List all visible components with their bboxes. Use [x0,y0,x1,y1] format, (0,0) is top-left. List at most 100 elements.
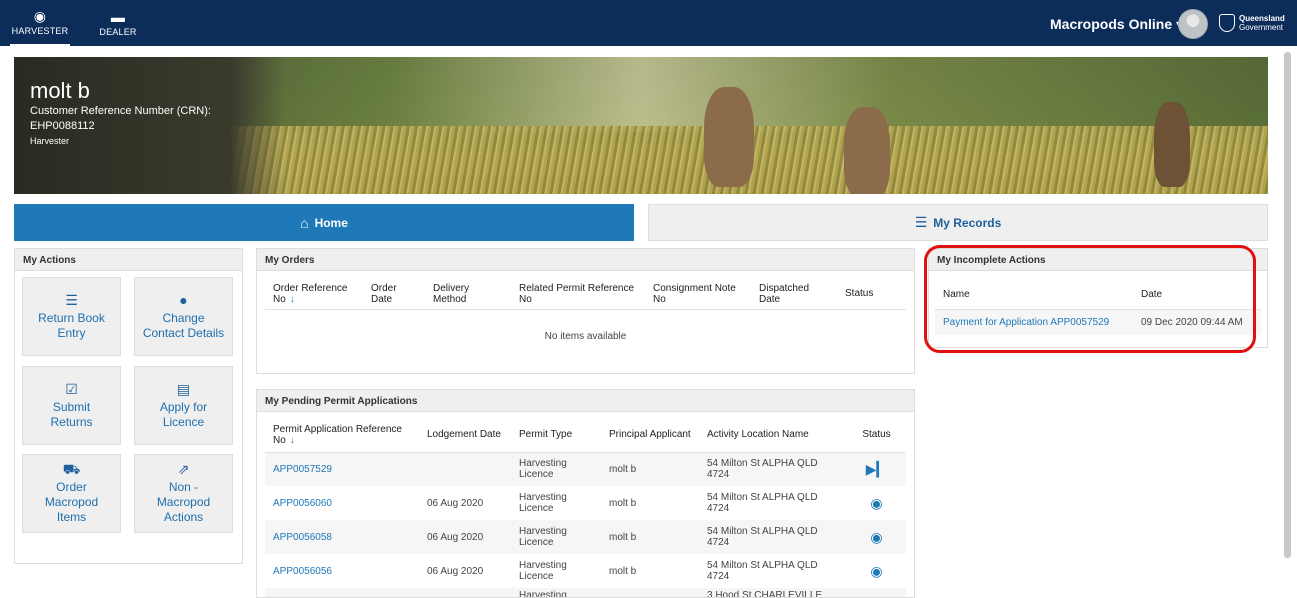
column-header[interactable]: Status [837,279,906,309]
external-link-icon: ⇗ [177,461,190,477]
sort-arrow-icon: ↓ [289,293,295,305]
stop-icon[interactable]: ◉ [847,554,906,588]
profile-banner [14,57,1268,194]
return-book-entry-button[interactable]: ☰ Return Book Entry [22,277,121,356]
pending-permit-applications-title: My Pending Permit Applications [257,390,914,412]
app-menu-dropdown[interactable]: Macropods Online ▾ [1050,16,1183,33]
nav-tab-dealer[interactable]: ▬ DEALER [88,0,148,46]
action-label: Submit [52,399,91,414]
user-role: Harvester [30,136,70,146]
table-row: No items available [265,309,906,363]
home-icon: ⌂ [300,214,309,231]
table-header-row: Order Reference No ↓ Order Date Delivery … [265,279,906,309]
nav-tab-harvester-label: HARVESTER [11,25,69,36]
principal-applicant: molt b [609,531,637,543]
list-icon: ☰ [65,291,78,308]
column-header[interactable]: Order Date [363,279,425,309]
column-header[interactable]: Permit Type [511,418,601,452]
empty-message: No items available [544,330,627,342]
activity-location: 54 Milton St ALPHA QLD 4724 [707,560,818,582]
tab-home-label: Home [314,215,348,230]
nav-tab-harvester[interactable]: ◉ HARVESTER [10,0,70,46]
action-label: Licence [162,414,205,429]
action-label: Macropod [44,495,99,509]
action-label: Actions [163,510,204,524]
crn-value: EHP0088112 [30,120,95,132]
action-label: Change [162,310,205,325]
crest-icon [1219,14,1235,32]
application-ref-link[interactable]: APP0056056 [265,554,419,588]
lodgement-date: 06 Aug 2020 [427,565,484,577]
table-row: Harvesting 3 Hood St CHARLEVILLE QLD [265,588,906,598]
non-macropod-actions-button[interactable]: ⇗ Non - Macropod Actions [134,454,233,533]
principal-applicant: molt b [609,463,637,475]
kangaroo-image [1154,102,1190,187]
queensland-government-logo: Queensland Government [1219,13,1293,33]
submit-returns-button[interactable]: ☑ Submit Returns [22,366,121,445]
action-label: Entry [57,325,86,340]
column-header[interactable]: Activity Location Name [699,418,847,452]
gov-line2: Government [1239,23,1284,32]
orders-table: Order Reference No ↓ Order Date Delivery … [265,279,906,363]
stop-icon[interactable]: ◉ [847,486,906,520]
action-label: Returns [50,414,93,429]
action-label: Order [56,480,87,494]
highlight-annotation [924,245,1256,353]
permit-type: Harvesting Licence [519,492,567,514]
lodgement-date: 06 Aug 2020 [427,531,484,543]
my-orders-panel: My Orders Order Reference No ↓ Order Date… [256,248,915,374]
apply-for-licence-button[interactable]: ▤ Apply for Licence [134,366,233,445]
permit-type: Harvesting Licence [519,458,567,481]
avatar[interactable] [1178,9,1208,39]
order-macropod-items-button[interactable]: ⛟ Order Macropod Items [22,454,121,533]
table-row: APP0056060 06 Aug 2020 Harvesting Licenc… [265,486,906,520]
checkbox-icon: ☑ [65,380,78,397]
application-ref-link[interactable]: APP0057529 [265,452,419,486]
id-card-icon: ▤ [176,380,191,397]
tab-home[interactable]: ⌂ Home [14,204,634,241]
target-icon: ◉ [33,7,47,24]
crn-label: Customer Reference Number (CRN): [30,105,211,117]
lodgement-date: 06 Aug 2020 [427,497,484,509]
gov-line1: Queensland [1239,14,1285,23]
my-orders-title: My Orders [257,249,914,271]
table-row: APP0056058 06 Aug 2020 Harvesting Licenc… [265,520,906,554]
table-row: APP0057529 Harvesting Licence molt b 54 … [265,452,906,486]
tab-my-records[interactable]: ☰ My Records [648,204,1268,241]
play-icon[interactable]: ▶▎ [847,452,906,486]
principal-applicant: molt b [609,497,637,509]
column-header[interactable]: Dispatched Date [751,279,837,309]
list-icon: ☰ [914,214,928,230]
column-header[interactable]: Related Permit Reference No [511,279,645,309]
column-header[interactable]: Delivery Method [425,279,511,309]
stop-icon[interactable]: ◉ [847,520,906,554]
action-label: Non - [168,480,199,494]
column-header[interactable]: Lodgement Date [419,418,511,452]
column-header[interactable]: Principal Applicant [601,418,699,452]
permit-type: Harvesting Licence [519,560,567,582]
briefcase-icon: ▬ [110,8,126,25]
kangaroo-image [704,87,754,187]
sort-arrow-icon: ↓ [289,434,295,446]
action-label: Return Book [38,310,105,325]
action-label: Apply for [159,399,208,414]
column-header[interactable]: Order Reference No ↓ [265,279,363,309]
my-actions-title: My Actions [15,249,242,271]
table-row: APP0056056 06 Aug 2020 Harvesting Licenc… [265,554,906,588]
column-header[interactable]: Permit Application Reference No ↓ [265,418,419,452]
column-header[interactable]: Status [847,418,906,452]
column-header[interactable]: Consignment Note No [645,279,751,309]
permit-type: Harvesting [519,590,567,598]
tab-my-records-label: My Records [933,215,1002,230]
table-header-row: Permit Application Reference No ↓ Lodgeme… [265,418,906,452]
application-ref-link[interactable]: APP0056058 [265,520,419,554]
activity-location: 54 Milton St ALPHA QLD 4724 [707,526,818,548]
change-contact-details-button[interactable]: ● Change Contact Details [134,277,233,356]
pending-applications-table: Permit Application Reference No ↓ Lodgeme… [265,418,906,598]
permit-type: Harvesting Licence [519,526,567,548]
user-icon: ● [179,291,188,308]
application-ref-link[interactable]: APP0056060 [265,486,419,520]
action-label: Macropod [156,495,211,509]
nav-tab-dealer-label: DEALER [99,26,137,37]
page-scrollbar[interactable] [1284,52,1291,558]
